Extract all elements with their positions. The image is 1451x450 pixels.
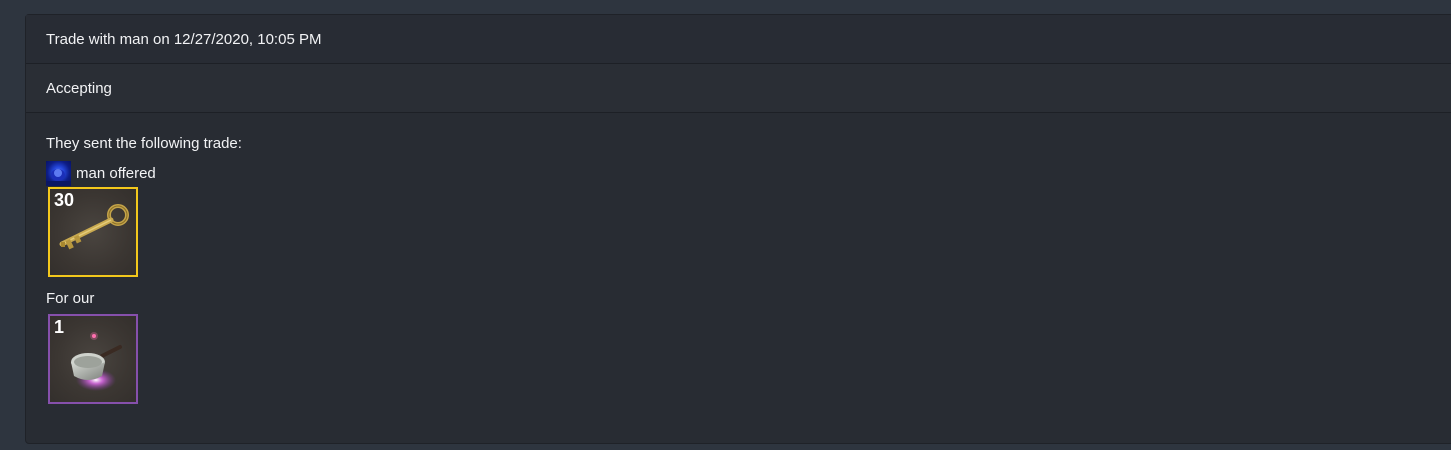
trade-title: Trade with man on 12/27/2020, 10:05 PM (26, 15, 1451, 64)
trade-card: Trade with man on 12/27/2020, 10:05 PM A… (25, 14, 1451, 444)
avatar[interactable] (46, 161, 71, 186)
our-item-pan[interactable]: 1 (48, 314, 138, 404)
their-item-key[interactable]: 30 (48, 187, 138, 277)
item-quantity: 1 (54, 317, 65, 337)
for-our-label: For our (46, 290, 95, 307)
partner-offered-label: man offered (76, 165, 156, 182)
trade-details: They sent the following trade: man offer… (26, 113, 1451, 404)
trade-status: Accepting (26, 64, 1451, 113)
trade-intro: They sent the following trade: (46, 135, 242, 152)
partner-offer-line: man offered (46, 160, 1444, 187)
item-quantity: 30 (54, 190, 75, 210)
